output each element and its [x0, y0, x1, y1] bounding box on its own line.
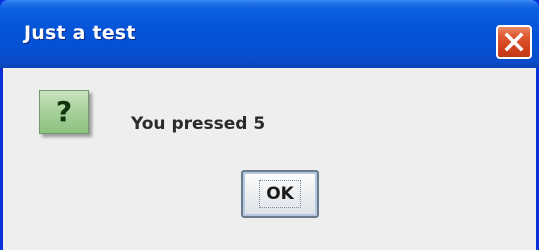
ok-button-label: OK [259, 180, 301, 208]
window-title: Just a test [24, 22, 136, 44]
title-bar[interactable]: Just a test [0, 0, 539, 68]
question-mark-glyph: ? [55, 95, 73, 128]
message-text: You pressed 5 [131, 114, 266, 134]
question-icon: ? [39, 90, 89, 134]
close-icon [504, 32, 524, 52]
dialog-window: Just a test ? You pressed 5 OK [0, 0, 539, 250]
close-button[interactable] [496, 25, 532, 59]
ok-button[interactable]: OK [241, 170, 319, 218]
dialog-body: ? You pressed 5 OK [3, 68, 536, 250]
